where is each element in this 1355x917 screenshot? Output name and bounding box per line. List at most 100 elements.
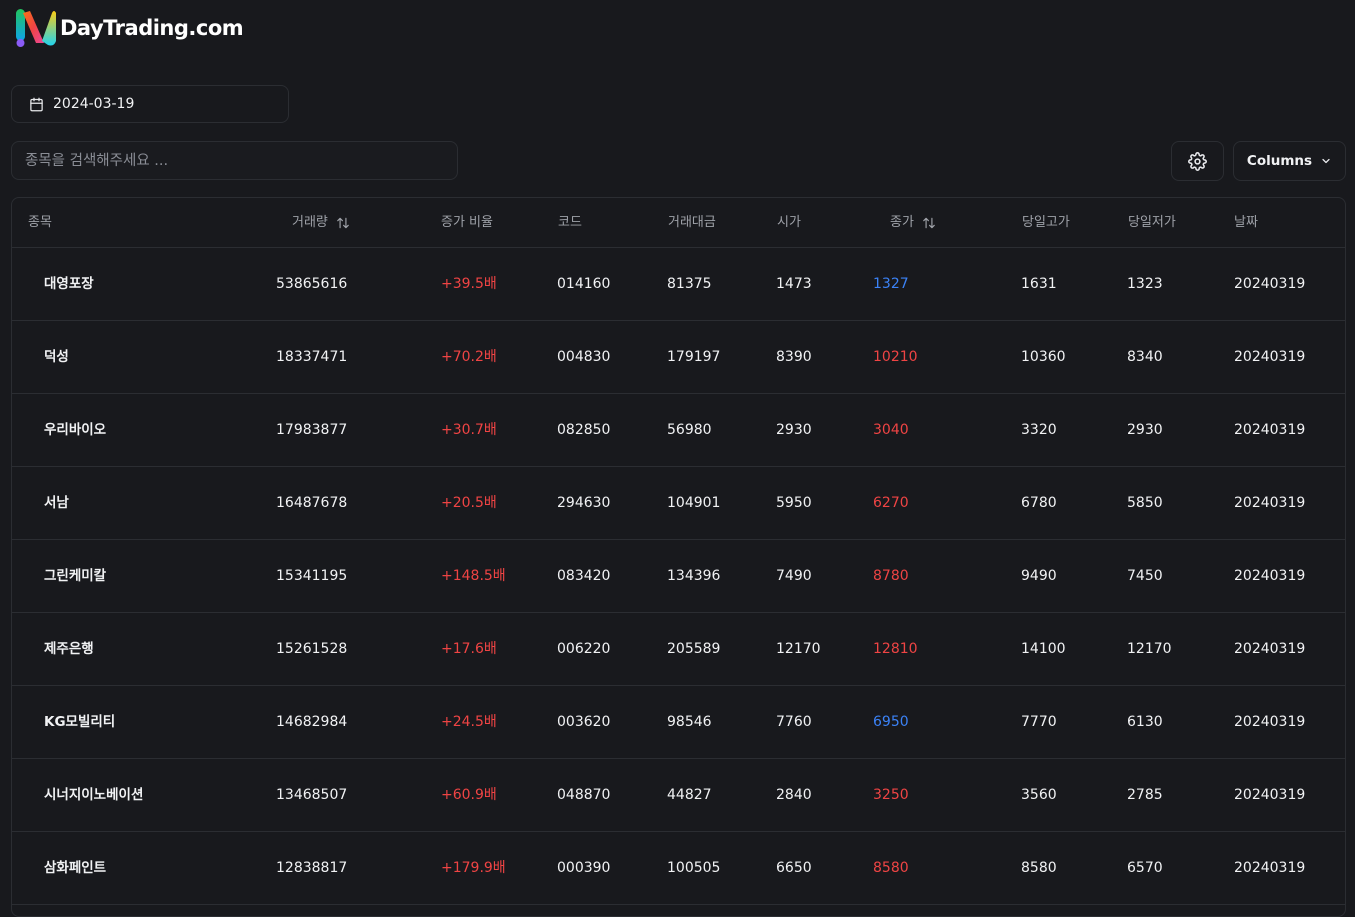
- cell-name: 삼화페인트: [44, 860, 107, 876]
- cell-volume: 16487678: [276, 495, 348, 511]
- table-body: 대영포장 53865616 +39.5배 014160 81375 1473 1327 163…: [12, 248, 1345, 905]
- header-date-label: 날짜: [1234, 215, 1258, 230]
- cell-open: 2840: [776, 787, 812, 803]
- header-date[interactable]: 날짜: [1234, 198, 1258, 247]
- cell-amount: 44827: [667, 787, 712, 803]
- cell-code: 082850: [557, 422, 611, 438]
- cell-open: 8390: [776, 349, 812, 365]
- table-row[interactable]: 제주은행 15261528 +17.6배 006220 205589 12170 12810…: [12, 613, 1345, 686]
- cell-name: KG모빌리티: [44, 714, 116, 730]
- table-row[interactable]: 시너지이노베이션 13468507 +60.9배 048870 44827 2840 325…: [12, 759, 1345, 832]
- cell-date: 20240319: [1234, 422, 1306, 438]
- cell-code: 083420: [557, 568, 611, 584]
- cell-low: 12170: [1127, 641, 1172, 657]
- cell-amount: 98546: [667, 714, 712, 730]
- cell-code: 000390: [557, 860, 611, 876]
- cell-date: 20240319: [1234, 495, 1306, 511]
- table-row[interactable]: 우리바이오 17983877 +30.7배 082850 56980 2930 3040 33…: [12, 394, 1345, 467]
- header-ratio-label: 증가 비율: [441, 215, 493, 230]
- header-open-label: 시가: [777, 215, 801, 230]
- header-high[interactable]: 당일고가: [1022, 198, 1070, 247]
- header-volume[interactable]: 거래량: [292, 198, 350, 247]
- cell-ratio: +179.9배: [441, 860, 506, 876]
- cell-low: 2785: [1127, 787, 1163, 803]
- cell-date: 20240319: [1234, 349, 1306, 365]
- cell-ratio: +20.5배: [441, 495, 497, 511]
- cell-amount: 100505: [667, 860, 721, 876]
- table-row[interactable]: 서남 16487678 +20.5배 294630 104901 5950 6270 6780…: [12, 467, 1345, 540]
- header-high-label: 당일고가: [1022, 215, 1070, 230]
- search-input[interactable]: [11, 141, 458, 180]
- cell-close: 3250: [873, 787, 909, 803]
- sort-icon: [337, 217, 349, 228]
- cell-date: 20240319: [1234, 860, 1306, 876]
- cell-open: 7490: [776, 568, 812, 584]
- cell-close: 10210: [873, 349, 918, 365]
- cell-high: 1631: [1021, 276, 1057, 292]
- cell-code: 006220: [557, 641, 611, 657]
- cell-low: 6130: [1127, 714, 1163, 730]
- table-row[interactable]: 그린케미칼 15341195 +148.5배 083420 134396 7490 8780…: [12, 540, 1345, 613]
- cell-open: 7760: [776, 714, 812, 730]
- table-header-row: 종목 거래량 증가 비율 코드 거래대금 시가 종가 당일고가 당일저가 날짜: [12, 198, 1345, 248]
- cell-volume: 18337471: [276, 349, 348, 365]
- cell-open: 5950: [776, 495, 812, 511]
- cell-low: 7450: [1127, 568, 1163, 584]
- cell-low: 5850: [1127, 495, 1163, 511]
- header-low[interactable]: 당일저가: [1128, 198, 1176, 247]
- cell-volume: 15341195: [276, 568, 348, 584]
- cell-amount: 134396: [667, 568, 721, 584]
- cell-volume: 12838817: [276, 860, 348, 876]
- date-picker-button[interactable]: 2024-03-19: [11, 85, 289, 123]
- cell-close: 1327: [873, 276, 909, 292]
- table-row[interactable]: 삼화페인트 12838817 +179.9배 000390 100505 6650 8580…: [12, 832, 1345, 905]
- cell-high: 10360: [1021, 349, 1066, 365]
- cell-volume: 17983877: [276, 422, 348, 438]
- brand-name: DayTrading.com: [60, 16, 244, 40]
- cell-name: 서남: [44, 495, 69, 511]
- brand-logo[interactable]: DayTrading.com: [14, 7, 244, 49]
- header-name[interactable]: 종목: [28, 198, 52, 247]
- cell-ratio: +24.5배: [441, 714, 497, 730]
- cell-name: 제주은행: [44, 641, 94, 657]
- cell-volume: 14682984: [276, 714, 348, 730]
- settings-button[interactable]: [1171, 141, 1224, 181]
- cell-amount: 104901: [667, 495, 721, 511]
- cell-volume: 13468507: [276, 787, 348, 803]
- header-ratio[interactable]: 증가 비율: [441, 198, 493, 247]
- header-name-label: 종목: [28, 215, 52, 230]
- cell-open: 1473: [776, 276, 812, 292]
- table-row[interactable]: KG모빌리티 14682984 +24.5배 003620 98546 7760 6950 7…: [12, 686, 1345, 759]
- cell-ratio: +70.2배: [441, 349, 497, 365]
- cell-code: 294630: [557, 495, 611, 511]
- header-close-label: 종가: [890, 215, 914, 230]
- cell-high: 6780: [1021, 495, 1057, 511]
- cell-high: 7770: [1021, 714, 1057, 730]
- cell-ratio: +60.9배: [441, 787, 497, 803]
- logo-mark-icon: [16, 9, 56, 47]
- header-low-label: 당일저가: [1128, 215, 1176, 230]
- cell-close: 6950: [873, 714, 909, 730]
- table-row[interactable]: 덕성 18337471 +70.2배 004830 179197 8390 10210 103…: [12, 321, 1345, 394]
- cell-name: 그린케미칼: [44, 568, 107, 584]
- cell-close: 8580: [873, 860, 909, 876]
- date-value: 2024-03-19: [53, 96, 135, 112]
- header-code[interactable]: 코드: [558, 198, 582, 247]
- cell-volume: 53865616: [276, 276, 348, 292]
- cell-close: 3040: [873, 422, 909, 438]
- cell-date: 20240319: [1234, 787, 1306, 803]
- sort-icon: [923, 217, 935, 228]
- cell-low: 8340: [1127, 349, 1163, 365]
- cell-amount: 205589: [667, 641, 721, 657]
- columns-button[interactable]: Columns: [1233, 141, 1346, 181]
- cell-ratio: +39.5배: [441, 276, 497, 292]
- cell-high: 9490: [1021, 568, 1057, 584]
- cell-name: 우리바이오: [44, 422, 107, 438]
- table-row[interactable]: 대영포장 53865616 +39.5배 014160 81375 1473 1327 163…: [12, 248, 1345, 321]
- chevron-down-icon: [1322, 158, 1330, 164]
- cell-code: 048870: [557, 787, 611, 803]
- header-open[interactable]: 시가: [777, 198, 801, 247]
- header-amount[interactable]: 거래대금: [668, 198, 716, 247]
- cell-volume: 15261528: [276, 641, 348, 657]
- header-close[interactable]: 종가: [890, 198, 936, 247]
